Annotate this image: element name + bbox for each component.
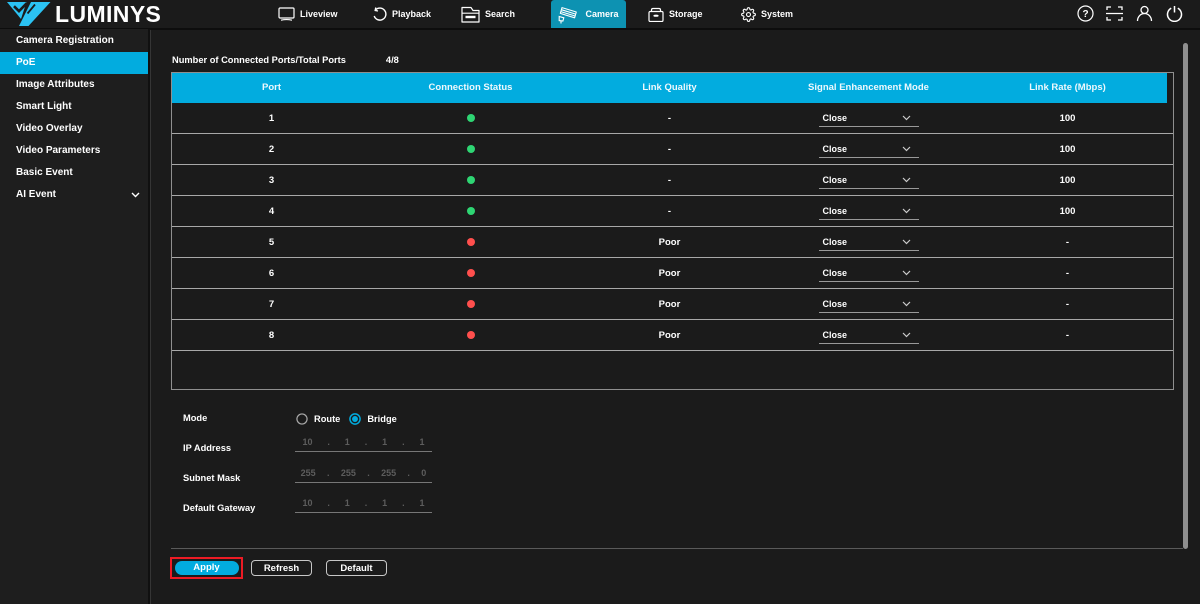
svg-text:?: ? <box>1082 9 1088 20</box>
